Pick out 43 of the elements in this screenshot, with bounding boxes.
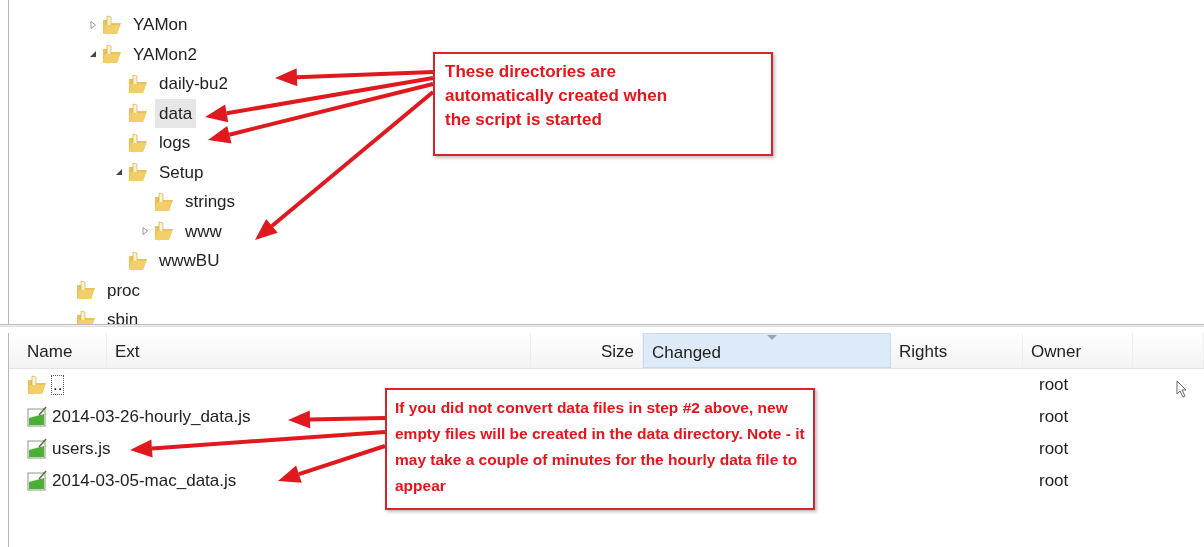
owner-text: root xyxy=(1038,374,1069,397)
column-header[interactable]: Owner xyxy=(1023,333,1133,368)
folder-name[interactable]: Setup xyxy=(155,157,208,187)
folder-icon xyxy=(101,43,123,66)
collapse-triangle-icon[interactable] xyxy=(115,168,123,177)
column-header[interactable]: Rights xyxy=(891,333,1023,368)
folder-icon xyxy=(127,131,149,154)
folder-icon xyxy=(153,220,175,243)
folder-icon xyxy=(127,102,149,125)
folder-name[interactable]: www xyxy=(181,216,226,246)
folder-icon xyxy=(127,161,149,184)
folder-name[interactable]: daily-bu2 xyxy=(155,69,232,99)
collapse-triangle-icon[interactable] xyxy=(89,50,97,59)
folder-icon xyxy=(101,13,123,36)
folder-icon xyxy=(127,249,149,272)
mouse-cursor-icon xyxy=(1176,380,1188,398)
column-header[interactable]: Changed xyxy=(643,333,891,368)
owner-text: root xyxy=(1038,438,1069,461)
folder-name[interactable]: proc xyxy=(103,275,145,305)
folder-name[interactable]: logs xyxy=(155,128,195,158)
file-name[interactable]: 2014-03-26-hourly_data.js xyxy=(52,404,251,430)
column-header[interactable]: Name xyxy=(9,333,107,368)
folder-name[interactable]: wwwBU xyxy=(155,246,224,276)
script-file-icon xyxy=(26,438,48,460)
folder-icon xyxy=(153,190,175,213)
file-name[interactable]: .. xyxy=(52,375,64,395)
script-file-icon xyxy=(26,470,48,492)
sort-arrow-icon xyxy=(767,335,777,341)
owner-text: root xyxy=(1038,406,1069,429)
script-file-icon xyxy=(26,406,48,428)
file-name[interactable]: users.js xyxy=(52,436,111,462)
column-header[interactable]: Ext xyxy=(107,333,531,368)
callout-note: If you did not convert data files in step #2 above, new empty files will be created in the data directory. Note - it may take a couple of minutes for the hourly data file to appear xyxy=(385,388,815,510)
callout-note: These directories are automatically created when the script is started xyxy=(433,52,773,156)
folder-icon xyxy=(127,72,149,95)
folder-icon xyxy=(75,279,97,302)
owner-text: root xyxy=(1038,470,1069,493)
file-name[interactable]: 2014-03-05-mac_data.js xyxy=(52,468,237,494)
folder-name[interactable]: strings xyxy=(181,187,240,217)
folder-name[interactable]: YAMon xyxy=(129,10,192,40)
folder-name[interactable]: YAMon2 xyxy=(129,39,201,69)
parent-folder-icon xyxy=(26,374,48,396)
folder-name[interactable]: data xyxy=(155,98,197,128)
